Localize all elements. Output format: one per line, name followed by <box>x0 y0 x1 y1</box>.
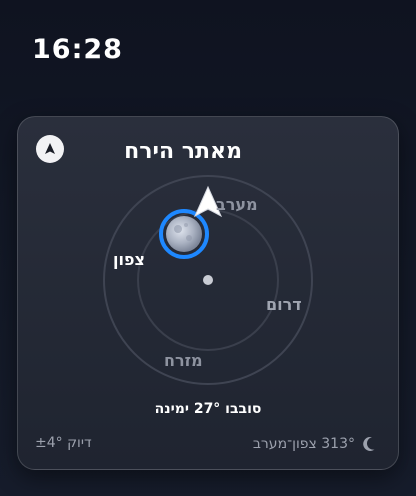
bearing-readout: 313° צפון־מערב <box>253 435 380 453</box>
accuracy-label: דיוק ±4° <box>35 435 92 451</box>
rotate-instruction: סובבו 27° ימינה <box>154 401 262 417</box>
moon-position-marker <box>159 209 209 259</box>
direction-label-north: צפון <box>113 250 145 269</box>
direction-label-west: מערב <box>216 195 258 214</box>
status-time: 16:28 <box>32 34 123 65</box>
direction-label-east: מזרח <box>164 351 203 370</box>
moon-finder-card: מאתר הירח מערב צפון דרום מזרח סובבו 27° … <box>17 116 399 470</box>
bearing-text: 313° צפון־מערב <box>252 436 355 452</box>
crescent-moon-icon <box>363 436 375 451</box>
direction-label-south: דרום <box>266 295 302 314</box>
compass-center-dot <box>203 275 213 285</box>
